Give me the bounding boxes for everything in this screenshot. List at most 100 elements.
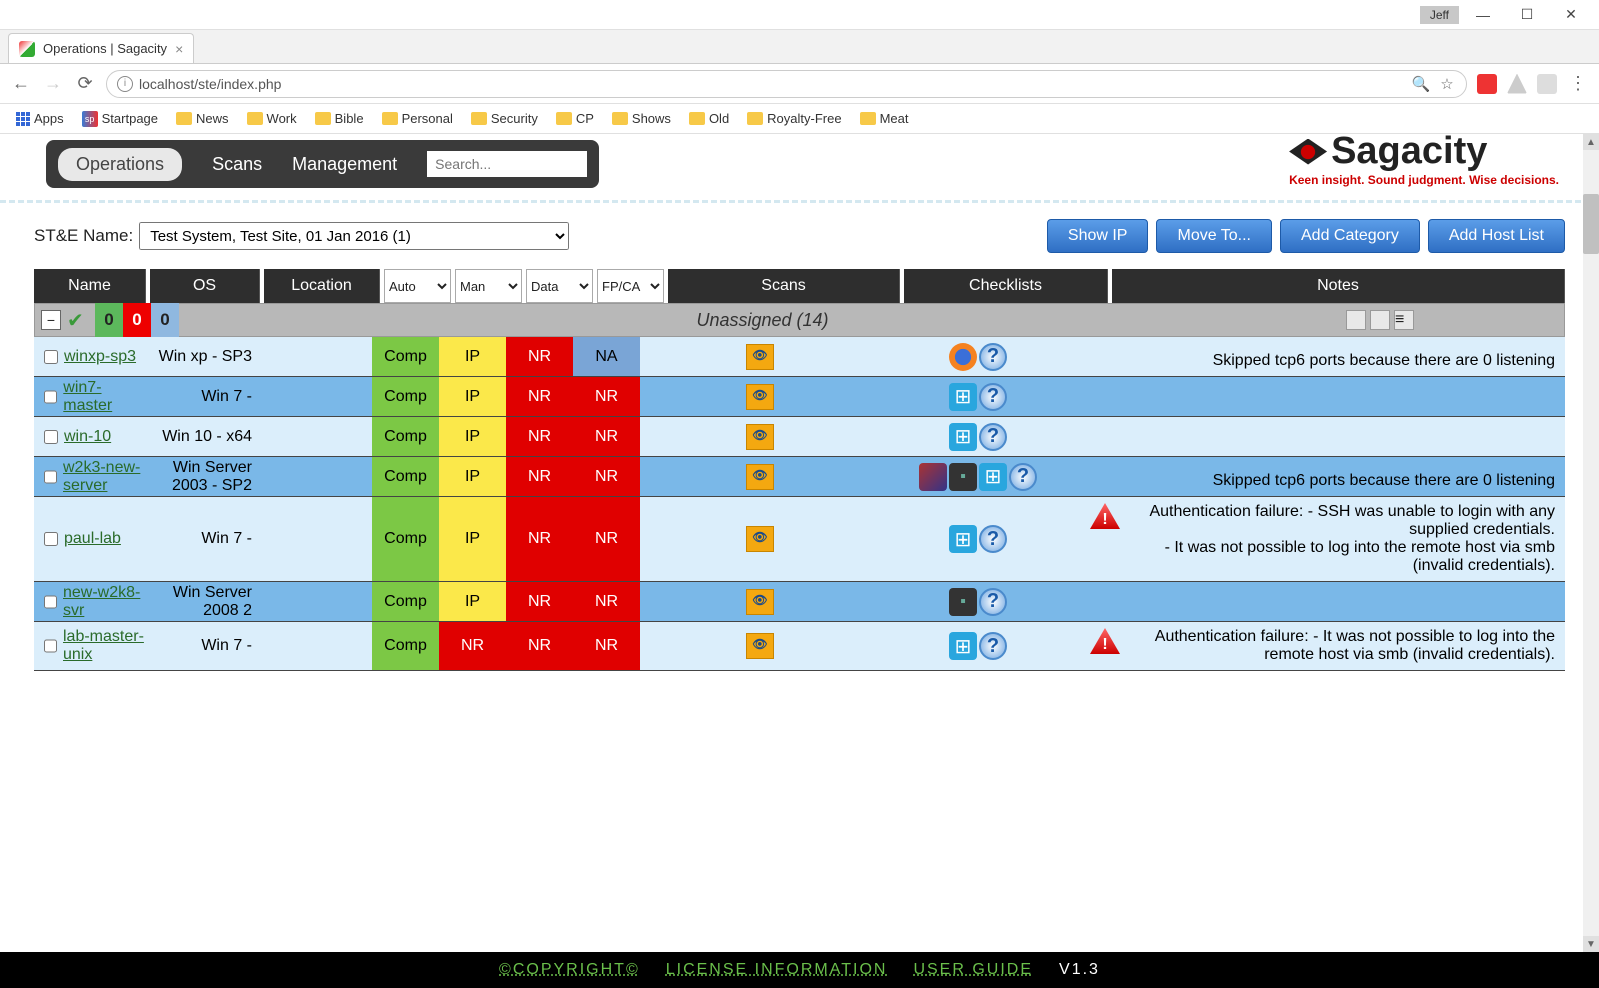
row-checkbox[interactable]	[44, 595, 57, 609]
cell-os: Win 10 - x64	[146, 417, 260, 456]
footer-copyright-link[interactable]: ©COPYRIGHT©	[499, 961, 640, 979]
col-data-select[interactable]: Data	[526, 269, 593, 303]
footer-guide-link[interactable]: USER GUIDE	[913, 961, 1033, 979]
move-to-button[interactable]: Move To...	[1156, 219, 1272, 253]
cell-data-status: NR	[506, 377, 573, 416]
row-checkbox[interactable]	[44, 390, 57, 404]
cell-checklists: ?	[876, 417, 1080, 456]
host-link[interactable]: lab-master-unix	[63, 628, 146, 664]
show-ip-button[interactable]: Show IP	[1047, 219, 1149, 253]
bookmark-folder[interactable]: Security	[465, 109, 544, 128]
bookmark-folder[interactable]: Meat	[854, 109, 915, 128]
group-list-icon[interactable]: ≡	[1394, 310, 1414, 330]
bookmark-folder[interactable]: News	[170, 109, 235, 128]
zoom-icon[interactable]: 🔍	[1412, 75, 1430, 93]
site-info-icon[interactable]: i	[117, 76, 133, 92]
srv-icon[interactable]	[949, 588, 977, 616]
cell-name: paul-lab	[34, 497, 146, 581]
cell-name: winxp-sp3	[34, 337, 146, 376]
ff-icon[interactable]	[949, 343, 977, 371]
bookmark-folder[interactable]: Old	[683, 109, 735, 128]
window-close-button[interactable]: ✕	[1551, 1, 1591, 29]
nav-management[interactable]: Management	[292, 154, 397, 175]
window-minimize-button[interactable]: —	[1463, 1, 1503, 29]
srv-icon[interactable]	[949, 463, 977, 491]
bookmark-star-icon[interactable]: ☆	[1438, 75, 1456, 93]
add-category-button[interactable]: Add Category	[1280, 219, 1420, 253]
nessus-icon[interactable]	[746, 526, 774, 552]
browser-tab[interactable]: Operations | Sagacity ×	[8, 33, 194, 63]
col-man-select[interactable]: Man	[455, 269, 522, 303]
nessus-icon[interactable]	[746, 344, 774, 370]
vertical-scrollbar[interactable]: ▲ ▼	[1583, 134, 1599, 952]
host-link[interactable]: win-10	[64, 428, 111, 446]
group-action-icon[interactable]	[1346, 310, 1366, 330]
bookmark-folder[interactable]: Royalty-Free	[741, 109, 847, 128]
row-checkbox[interactable]	[44, 532, 58, 546]
scroll-down-icon[interactable]: ▼	[1583, 936, 1599, 952]
nessus-icon[interactable]	[746, 633, 774, 659]
nessus-icon[interactable]	[746, 424, 774, 450]
nessus-icon[interactable]	[746, 589, 774, 615]
bookmark-folder[interactable]: Work	[241, 109, 303, 128]
host-link[interactable]: winxp-sp3	[64, 348, 136, 366]
browser-menu-button[interactable]: ⋮	[1567, 73, 1589, 95]
row-checkbox[interactable]	[44, 470, 57, 484]
add-host-list-button[interactable]: Add Host List	[1428, 219, 1565, 253]
bookmark-folder[interactable]: CP	[550, 109, 600, 128]
q-icon[interactable]: ?	[1009, 463, 1037, 491]
nessus-icon[interactable]	[746, 384, 774, 410]
cell-location	[260, 337, 372, 376]
bookmark-folder[interactable]: Bible	[309, 109, 370, 128]
forward-button[interactable]: →	[42, 73, 64, 95]
row-checkbox[interactable]	[44, 350, 58, 364]
win-icon[interactable]	[949, 525, 977, 553]
cube-icon[interactable]	[919, 463, 947, 491]
q-icon[interactable]: ?	[979, 383, 1007, 411]
nessus-icon[interactable]	[746, 464, 774, 490]
address-bar[interactable]: i localhost/ste/index.php 🔍 ☆	[106, 70, 1467, 98]
nav-scans[interactable]: Scans	[212, 154, 262, 175]
group-collapse-icon[interactable]: −	[41, 310, 61, 330]
scroll-up-icon[interactable]: ▲	[1583, 134, 1599, 150]
reload-button[interactable]: ⟳	[74, 73, 96, 95]
bookmark-startpage[interactable]: spStartpage	[76, 109, 164, 129]
bookmark-folder[interactable]: Personal	[376, 109, 459, 128]
table-row: lab-master-unix Win 7 - Comp NR NR NR ? …	[34, 622, 1565, 671]
scrollbar-thumb[interactable]	[1583, 194, 1599, 254]
q-icon[interactable]: ?	[979, 588, 1007, 616]
win-icon[interactable]	[949, 423, 977, 451]
col-os: OS	[150, 269, 260, 303]
win-icon[interactable]	[949, 383, 977, 411]
favicon-icon	[19, 41, 35, 57]
bookmark-apps[interactable]: Apps	[10, 109, 70, 128]
bookmark-folder[interactable]: Shows	[606, 109, 677, 128]
win-icon[interactable]	[949, 632, 977, 660]
q-icon[interactable]: ?	[979, 525, 1007, 553]
footer-license-link[interactable]: LICENSE INFORMATION	[666, 961, 888, 979]
row-checkbox[interactable]	[44, 639, 57, 653]
col-auto-select[interactable]: Auto	[384, 269, 451, 303]
search-input[interactable]	[427, 151, 587, 177]
group-check-icon[interactable]: ✔	[67, 308, 91, 332]
window-maximize-button[interactable]: ☐	[1507, 1, 1547, 29]
q-icon[interactable]: ?	[979, 343, 1007, 371]
q-icon[interactable]: ?	[979, 423, 1007, 451]
col-fp-select[interactable]: FP/CA	[597, 269, 664, 303]
extension-icon[interactable]	[1537, 74, 1557, 94]
back-button[interactable]: ←	[10, 73, 32, 95]
extension-icon[interactable]	[1477, 74, 1497, 94]
host-link[interactable]: w2k3-new-server	[63, 459, 146, 495]
tab-close-icon[interactable]: ×	[175, 41, 183, 57]
host-link[interactable]: paul-lab	[64, 530, 121, 548]
q-icon[interactable]: ?	[979, 632, 1007, 660]
ste-name-select[interactable]: Test System, Test Site, 01 Jan 2016 (1)	[139, 222, 569, 250]
nav-operations[interactable]: Operations	[58, 148, 182, 181]
host-link[interactable]: win7-master	[63, 379, 146, 415]
row-checkbox[interactable]	[44, 430, 58, 444]
group-action-icon[interactable]	[1370, 310, 1390, 330]
win-icon[interactable]	[979, 463, 1007, 491]
cell-name: lab-master-unix	[34, 622, 146, 670]
host-link[interactable]: new-w2k8-svr	[63, 584, 146, 620]
extension-icon[interactable]	[1507, 74, 1527, 94]
